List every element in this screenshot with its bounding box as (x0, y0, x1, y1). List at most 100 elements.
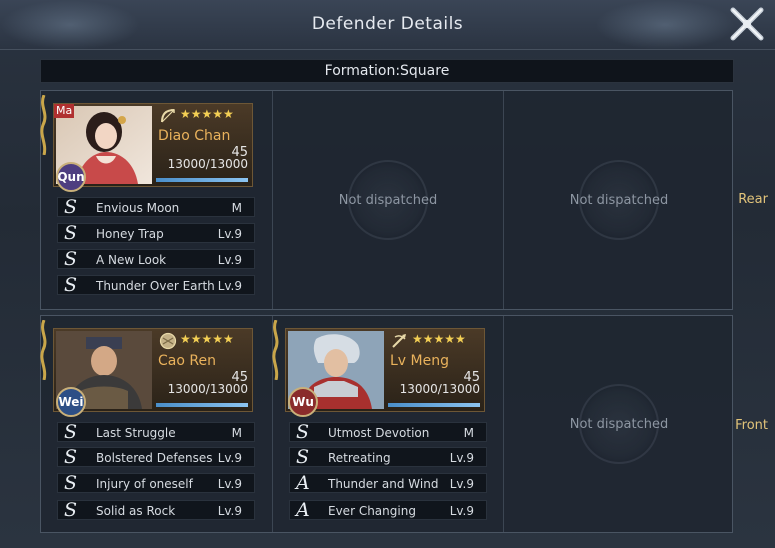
hero-troops: 13000/13000 (167, 382, 248, 396)
skill-grade: A (296, 499, 310, 521)
faction-badge: Wei (56, 387, 86, 417)
skill-name: Honey Trap (96, 227, 164, 241)
skill-name: A New Look (96, 253, 167, 267)
faction-badge: Qun (56, 162, 86, 192)
front-row: Wei ★★★★★ Cao Ren 45 13000/13000 S Last … (40, 315, 733, 533)
hero-card-diao-chan[interactable]: Ma Qun ★★★★★ Diao Chan 45 13000/13000 (53, 103, 253, 192)
crossbow-icon (390, 332, 410, 350)
front-row-label: Front (735, 418, 768, 433)
front-slot-1[interactable]: Wei ★★★★★ Cao Ren 45 13000/13000 S Last … (40, 316, 272, 532)
front-slot-2[interactable]: Wu ★★★★★ Lv Meng 45 13000/13000 S Utmost… (272, 316, 503, 532)
troops-bar-fill (388, 403, 480, 407)
skill-level: Lv.9 (217, 279, 242, 293)
skill-row[interactable]: S Solid as Rock Lv.9 (57, 499, 255, 521)
defender-details-panel: Defender Details Formation:Square Ma Qun… (0, 0, 775, 548)
faction-badge: Wu (288, 387, 318, 417)
skill-grade: S (64, 274, 78, 296)
hero-name: Lv Meng (390, 353, 449, 369)
empty-slot: Not dispatched (504, 91, 734, 309)
title-bar: Defender Details (0, 0, 775, 50)
troops-bar-fill (156, 178, 248, 182)
ornament-icon (40, 95, 47, 155)
skill-level: Lv.9 (217, 504, 242, 518)
skill-level: Lv.9 (449, 451, 474, 465)
hero-troops: 13000/13000 (167, 157, 248, 171)
skill-level: Lv.9 (449, 477, 474, 491)
bow-icon (158, 107, 178, 125)
skill-level: M (463, 426, 474, 440)
skill-level: M (231, 201, 242, 215)
not-dispatched-label: Not dispatched (338, 192, 438, 208)
skill-grade: S (64, 222, 78, 244)
skill-name: Last Struggle (96, 426, 176, 440)
skill-name: Envious Moon (96, 201, 180, 215)
hero-card-cao-ren[interactable]: Wei ★★★★★ Cao Ren 45 13000/13000 (53, 328, 253, 417)
skill-name: Utmost Devotion (328, 426, 430, 440)
skill-row[interactable]: S Thunder Over Earth Lv.9 (57, 274, 255, 296)
star-rating: ★★★★★ (180, 332, 234, 346)
skill-row[interactable]: A Ever Changing Lv.9 (289, 499, 487, 521)
close-button[interactable] (725, 2, 769, 46)
not-dispatched-label: Not dispatched (569, 416, 669, 432)
rear-slot-2[interactable]: Not dispatched (272, 91, 503, 309)
skill-row[interactable]: S Last Struggle M (57, 421, 255, 443)
skill-name: Retreating (328, 451, 391, 465)
skill-grade: S (296, 421, 310, 443)
front-slot-3[interactable]: Not dispatched (503, 316, 734, 532)
skill-level: M (231, 426, 242, 440)
empty-slot: Not dispatched (504, 316, 734, 532)
page-title: Defender Details (311, 14, 464, 34)
hero-card-lv-meng[interactable]: Wu ★★★★★ Lv Meng 45 13000/13000 (285, 328, 485, 417)
troops-bar (156, 178, 248, 182)
formation-label: Formation:Square (40, 59, 734, 83)
skill-name: Bolstered Defenses (96, 451, 213, 465)
skill-name: Injury of oneself (96, 477, 193, 491)
skill-row[interactable]: S Envious Moon M (57, 196, 255, 218)
hero-troops: 13000/13000 (399, 382, 480, 396)
rear-slot-3[interactable]: Not dispatched (503, 91, 734, 309)
skill-row[interactable]: S Utmost Devotion M (289, 421, 487, 443)
hero-info: ★★★★★ Cao Ren 45 13000/13000 (154, 329, 252, 411)
skill-row[interactable]: S Honey Trap Lv.9 (57, 222, 255, 244)
troops-bar-fill (156, 403, 248, 407)
skill-row[interactable]: S Injury of oneself Lv.9 (57, 472, 255, 494)
corner-tag: Ma (54, 104, 75, 118)
shield-icon (158, 332, 178, 350)
skill-row[interactable]: S A New Look Lv.9 (57, 248, 255, 270)
skill-grade: S (64, 472, 78, 494)
rear-row: Ma Qun ★★★★★ Diao Chan 45 13000/13000 S … (40, 90, 733, 310)
skill-level: Lv.9 (449, 504, 474, 518)
star-rating: ★★★★★ (180, 107, 234, 121)
close-icon (730, 7, 764, 41)
skill-grade: S (64, 196, 78, 218)
ornament-icon (272, 320, 279, 380)
ornament-icon (40, 320, 47, 380)
rear-slot-1[interactable]: Ma Qun ★★★★★ Diao Chan 45 13000/13000 S … (40, 91, 272, 309)
hero-name: Cao Ren (158, 353, 216, 369)
skill-grade: S (64, 499, 78, 521)
skill-row[interactable]: S Retreating Lv.9 (289, 446, 487, 468)
skill-name: Thunder and Wind (328, 477, 439, 491)
skill-level: Lv.9 (217, 477, 242, 491)
skill-grade: S (64, 248, 78, 270)
not-dispatched-label: Not dispatched (569, 192, 669, 208)
troops-bar (388, 403, 480, 407)
skill-level: Lv.9 (217, 227, 242, 241)
rear-row-label: Rear (738, 192, 768, 207)
skill-name: Thunder Over Earth (96, 279, 215, 293)
empty-slot: Not dispatched (273, 91, 503, 309)
hero-info: ★★★★★ Diao Chan 45 13000/13000 (154, 104, 252, 186)
hero-info: ★★★★★ Lv Meng 45 13000/13000 (386, 329, 484, 411)
skill-grade: S (64, 421, 78, 443)
skill-name: Ever Changing (328, 504, 416, 518)
skill-name: Solid as Rock (96, 504, 176, 518)
star-rating: ★★★★★ (412, 332, 466, 346)
skill-grade: S (296, 446, 310, 468)
skill-grade: S (64, 446, 78, 468)
hero-name: Diao Chan (158, 128, 231, 144)
skill-row[interactable]: A Thunder and Wind Lv.9 (289, 472, 487, 494)
skill-row[interactable]: S Bolstered Defenses Lv.9 (57, 446, 255, 468)
skill-level: Lv.9 (217, 451, 242, 465)
skill-grade: A (296, 472, 310, 494)
skill-level: Lv.9 (217, 253, 242, 267)
